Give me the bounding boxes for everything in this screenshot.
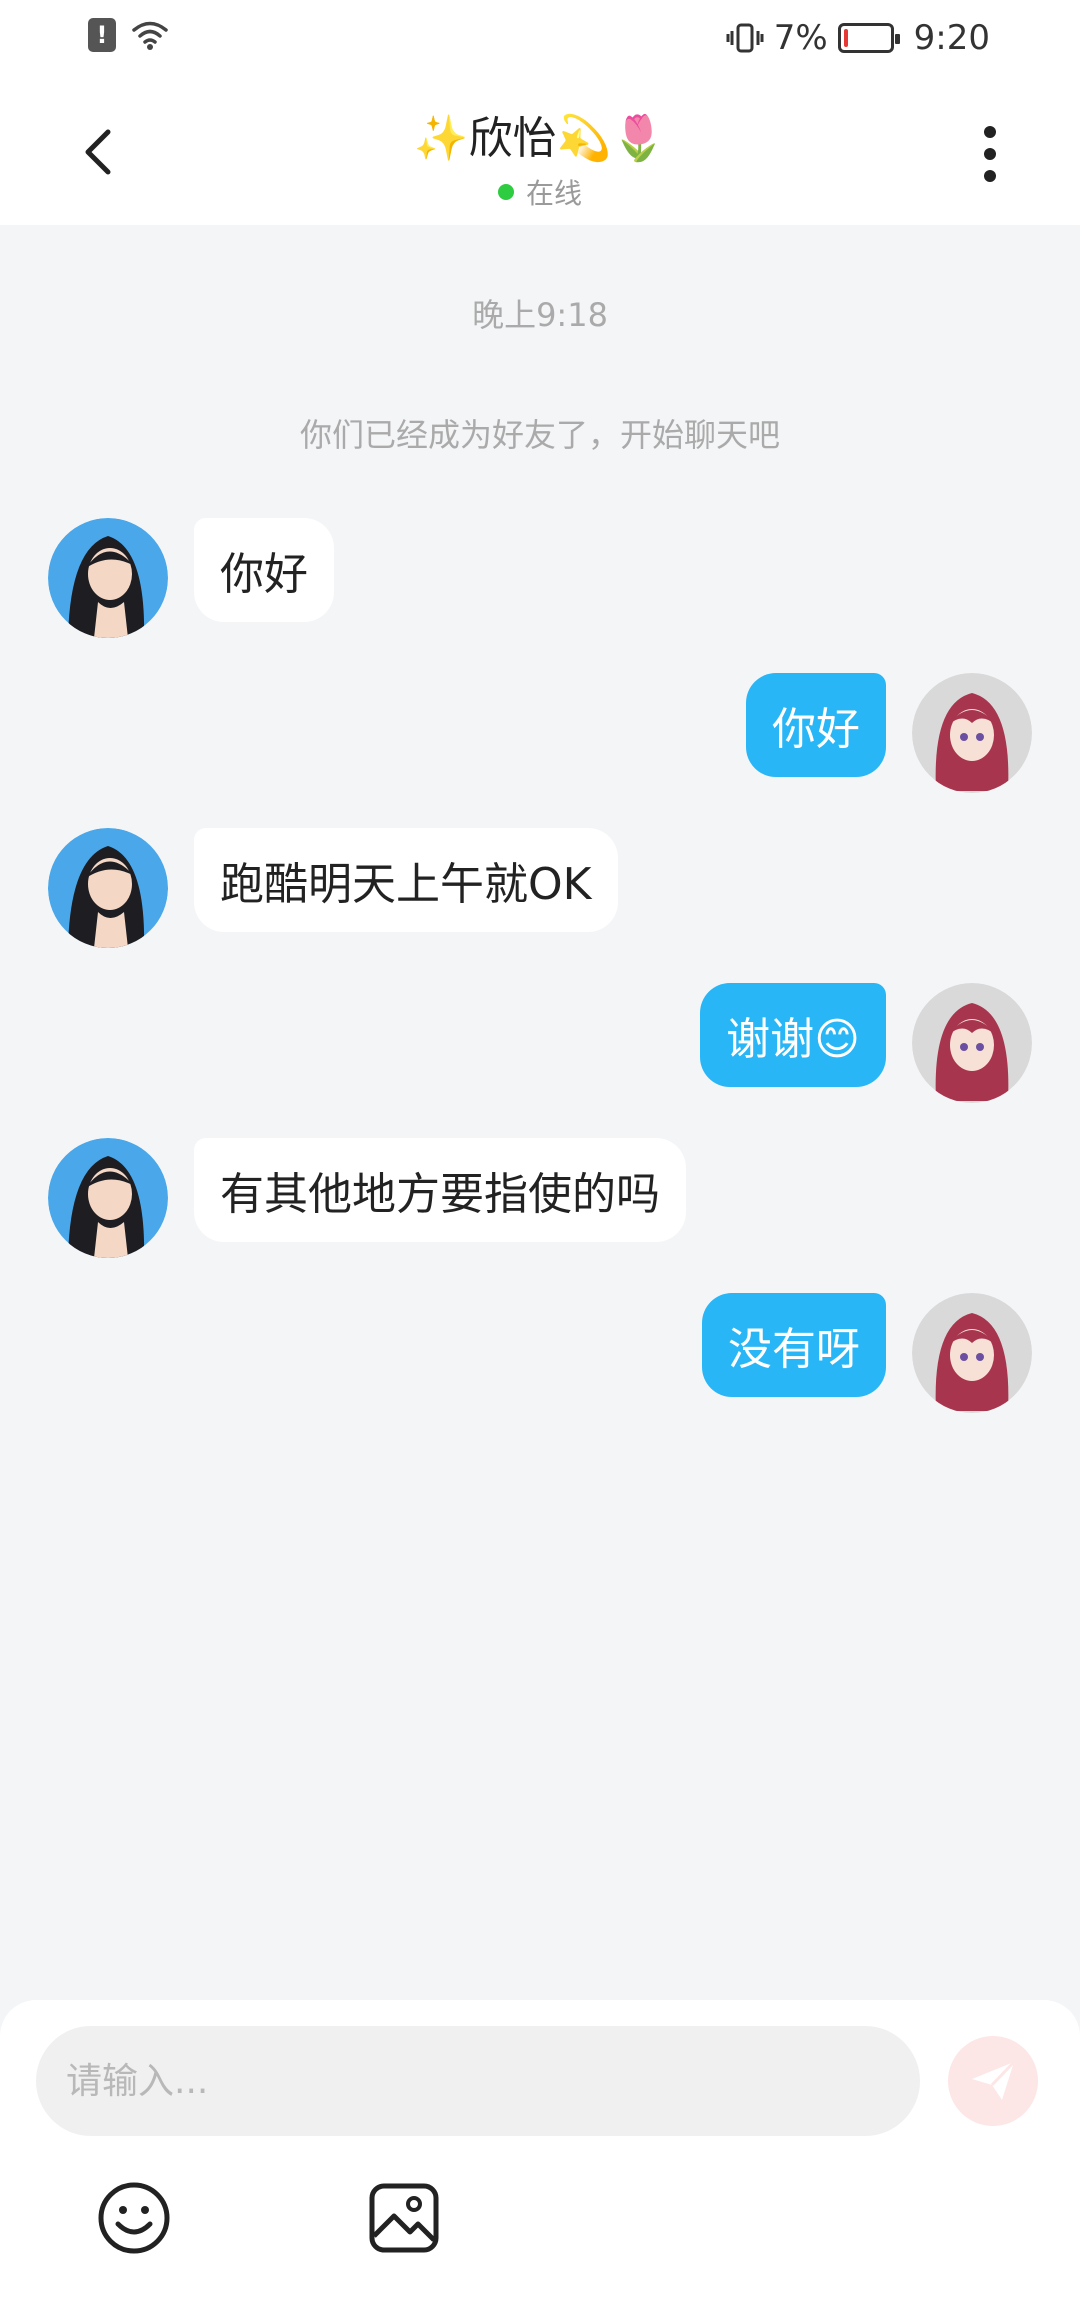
send-button[interactable] <box>948 2036 1038 2126</box>
alert-icon: ! <box>88 18 116 52</box>
battery-percent: 7% <box>773 18 828 58</box>
my-avatar[interactable] <box>912 983 1032 1103</box>
system-message: 你们已经成为好友了，开始聊天吧 <box>299 416 780 454</box>
my-avatar[interactable] <box>912 673 1032 793</box>
status-bar: ! 7% 9:20 <box>0 0 1080 80</box>
battery-fill <box>843 29 848 47</box>
online-status-text: 在线 <box>525 177 582 210</box>
online-dot-icon <box>497 184 514 200</box>
contact-avatar[interactable] <box>48 518 168 638</box>
message-bubble[interactable]: 你好 <box>746 673 886 777</box>
emoji-icon <box>98 2182 170 2254</box>
message-input[interactable] <box>36 2026 920 2136</box>
wifi-icon <box>132 21 168 50</box>
message-bubble[interactable]: 谢谢😊 <box>700 983 886 1087</box>
input-panel <box>0 2000 1080 2312</box>
status-left: ! <box>88 18 170 52</box>
image-icon <box>369 2183 439 2253</box>
vibrate-icon <box>726 23 764 53</box>
online-status: 在线 <box>0 172 1080 212</box>
more-button[interactable] <box>960 122 1020 186</box>
contact-name: ✨欣怡💫🌷 <box>413 113 667 164</box>
message-bubble[interactable]: 有其他地方要指使的吗 <box>194 1138 686 1242</box>
message-bubble[interactable]: 跑酷明天上午就OK <box>194 828 618 932</box>
send-icon <box>972 2060 1016 2100</box>
clock: 9:20 <box>913 18 990 58</box>
message-bubble[interactable]: 没有呀 <box>702 1293 886 1397</box>
message-bubble[interactable]: 你好 <box>194 518 334 622</box>
battery-icon <box>837 23 900 53</box>
my-avatar[interactable] <box>912 1293 1032 1413</box>
more-vertical-icon <box>984 126 996 182</box>
contact-avatar[interactable] <box>48 1138 168 1258</box>
chat-header: ✨欣怡💫🌷 在线 <box>0 80 1080 225</box>
contact-avatar[interactable] <box>48 828 168 948</box>
image-button[interactable] <box>366 2180 442 2256</box>
status-right: 7% 9:20 <box>726 18 990 58</box>
title-wrap: ✨欣怡💫🌷 在线 <box>0 102 1080 212</box>
emoji-button[interactable] <box>96 2180 172 2256</box>
time-label: 晚上9:18 <box>472 296 608 334</box>
